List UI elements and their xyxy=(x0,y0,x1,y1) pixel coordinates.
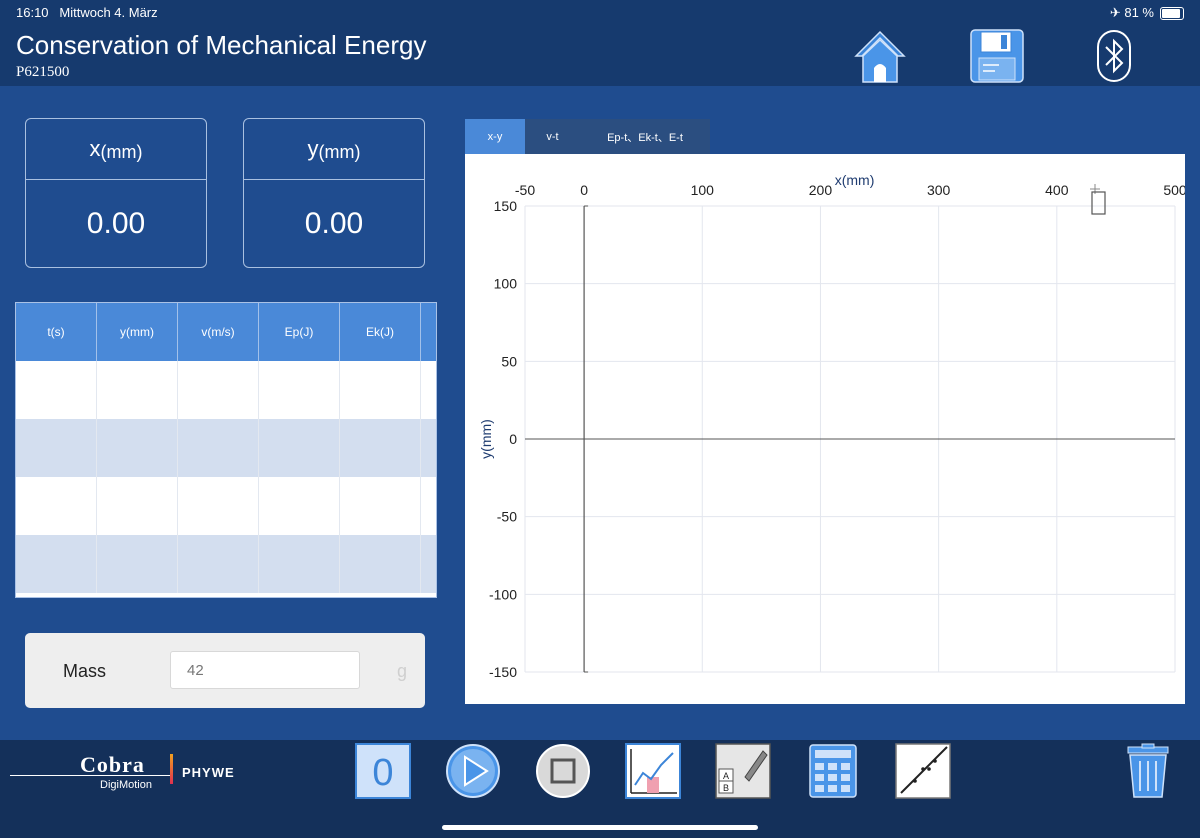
table-row[interactable] xyxy=(16,535,436,593)
mass-label: Mass xyxy=(63,661,107,681)
fit-line-icon[interactable] xyxy=(895,743,951,799)
svg-text:A: A xyxy=(723,771,729,781)
col-header-y: y(mm) xyxy=(97,303,178,361)
tab-v-t[interactable]: v-t xyxy=(525,119,580,154)
zero-button[interactable]: 0 xyxy=(355,743,411,799)
tab-energy-t[interactable]: Ep-t、Ek-t、E-t xyxy=(580,119,710,154)
y-tick-label: 100 xyxy=(494,276,518,292)
x-tick-label: -50 xyxy=(515,182,535,198)
page-title: Conservation of Mechanical Energy xyxy=(16,30,427,60)
x-readout-value: 0.00 xyxy=(86,206,146,240)
x-axis-title: x(mm) xyxy=(835,172,875,188)
partner-logo: PHYWE xyxy=(182,765,235,780)
mass-panel: Mass 42 g xyxy=(25,633,425,708)
home-icon[interactable] xyxy=(852,28,908,84)
x-tick-label: 400 xyxy=(1045,182,1069,198)
experiment-id: P621500 xyxy=(16,64,70,80)
xy-chart[interactable]: -50 0 100 200 300 400 500 150 100 50 0 -50 -100 -150 x… xyxy=(465,154,1187,704)
save-icon[interactable] xyxy=(969,28,1025,84)
calculator-icon[interactable] xyxy=(805,743,861,799)
y-tick-label: 50 xyxy=(501,353,517,369)
chart-icon[interactable] xyxy=(625,743,681,799)
status-bar: 16:10 Mittwoch 4. März ✈ 81 % xyxy=(0,0,1200,24)
y-readout: y (mm) 0.00 xyxy=(243,118,425,268)
play-icon[interactable] xyxy=(445,743,501,799)
table-row[interactable] xyxy=(16,477,436,535)
chart-canvas[interactable]: -50 0 100 200 300 400 500150100500-50-100-150x… xyxy=(465,154,1187,704)
y-tick-label: 150 xyxy=(494,198,518,214)
status-time: 16:10 Mittwoch 4. März xyxy=(16,5,158,20)
bottom-toolbar: Cobra PHYWE DigiMotion 0 A B xyxy=(0,740,1200,838)
x-tick-label: 100 xyxy=(691,182,715,198)
table-row[interactable] xyxy=(16,419,436,477)
bluetooth-icon[interactable] xyxy=(1086,28,1142,84)
battery-indicator: ✈ 81 % xyxy=(1110,5,1184,21)
y-tick-label: -50 xyxy=(497,509,517,525)
trash-icon[interactable] xyxy=(1120,743,1176,799)
stop-icon[interactable] xyxy=(535,743,591,799)
mass-input[interactable]: 42 xyxy=(170,651,360,689)
y-readout-value: 0.00 xyxy=(304,206,364,240)
x-readout-label: x (mm) xyxy=(26,119,206,180)
tab-x-y[interactable]: x-y xyxy=(465,119,525,154)
y-tick-label: -150 xyxy=(489,664,517,680)
x-tick-label: 0 xyxy=(580,182,588,198)
brand-separator xyxy=(170,754,173,784)
y-tick-label: -100 xyxy=(489,586,517,602)
x-tick-label: 200 xyxy=(809,182,833,198)
x-tick-label: 500 xyxy=(1163,182,1185,198)
svg-text:B: B xyxy=(723,783,729,793)
product-name: DigiMotion xyxy=(100,779,152,791)
brand-logo: Cobra xyxy=(80,752,145,777)
table-header: t(s) y(mm) v(m/s) Ep(J) Ek(J) xyxy=(16,303,436,361)
y-tick-label: 0 xyxy=(509,431,517,447)
y-axis-title: y(mm) xyxy=(478,419,494,459)
mass-unit: g xyxy=(397,661,408,681)
data-table[interactable]: t(s) y(mm) v(m/s) Ep(J) Ek(J) xyxy=(15,302,437,598)
app-header: Conservation of Mechanical Energy P62150… xyxy=(0,24,1200,86)
x-readout: x (mm) 0.00 xyxy=(25,118,207,268)
col-header-v: v(m/s) xyxy=(178,303,259,361)
col-header-ek: Ek(J) xyxy=(340,303,421,361)
x-tick-label: 300 xyxy=(927,182,951,198)
table-row[interactable] xyxy=(16,361,436,419)
y-readout-label: y (mm) xyxy=(244,119,424,180)
zoom-box-icon xyxy=(1091,191,1106,215)
home-indicator[interactable] xyxy=(442,825,758,830)
table-edit-icon[interactable]: A B xyxy=(715,743,771,799)
battery-icon xyxy=(1160,6,1184,20)
zero-label: 0 xyxy=(372,752,393,794)
col-header-ep: Ep(J) xyxy=(259,303,340,361)
chart-tabs: x-y v-t Ep-t、Ek-t、E-t xyxy=(465,119,710,154)
col-header-t: t(s) xyxy=(16,303,97,361)
